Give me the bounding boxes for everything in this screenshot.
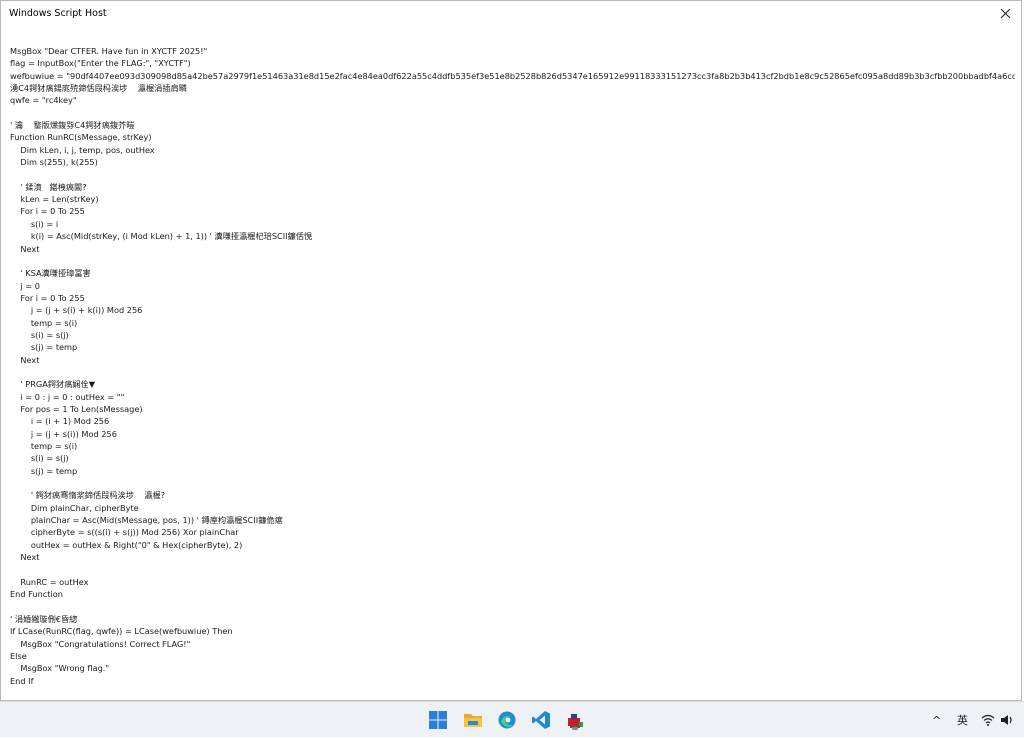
- message-line: s(j) = temp: [10, 342, 78, 353]
- message-line: End If: [10, 675, 34, 686]
- message-line: Dim s(255), k(255): [10, 157, 98, 168]
- message-line: flag = InputBox("Enter the FLAG:", "XYCT…: [10, 58, 191, 69]
- wifi-icon: [981, 714, 995, 726]
- folder-icon: [464, 714, 482, 727]
- message-line: Next: [10, 552, 40, 563]
- message-line: outHex = outHex & Right("0" & Hex(cipher…: [10, 539, 243, 550]
- message-line: wefbuwiue = "90df4407ee093d309098d85a42b…: [10, 70, 1015, 81]
- message-line: [10, 600, 1015, 612]
- close-icon: [1000, 8, 1010, 18]
- message-line: Else: [10, 650, 27, 661]
- message-line: Dim kLen, i, j, temp, pos, outHex: [10, 144, 155, 155]
- message-line: [10, 107, 1015, 119]
- message-line: For pos = 1 To Len(sMessage): [10, 403, 143, 414]
- message-body: MsgBox "Dear CTFER. Have fun in XYCTF 20…: [10, 45, 1015, 687]
- taskbar-file-explorer[interactable]: [461, 708, 485, 732]
- message-line: For i = 0 To 255: [10, 206, 85, 217]
- message-line: cipherByte = s((s(i) + s(j)) Mod 256) Xo…: [10, 527, 239, 538]
- message-line: ' 鍒濆 鍖栧瘑閽?: [10, 181, 87, 192]
- wifi-status[interactable]: [981, 702, 995, 738]
- message-line: s(i) = s(j): [10, 453, 69, 464]
- message-line: [10, 563, 1015, 575]
- message-line: temp = s(i): [10, 441, 78, 451]
- message-line: 湧C4鍔犲瘑鍚庣殑鍗佸叚杩涘埗 瀛楃涓插肩疄: [10, 83, 187, 94]
- message-line: RunRC = outHex: [10, 576, 89, 587]
- message-line: Next: [10, 354, 40, 365]
- message-line: s(i) = s(j): [10, 329, 69, 340]
- script-host-dialog: Windows Script Host MsgBox "Dear CTFER. …: [0, 0, 1022, 701]
- message-line: s(i) = i: [10, 218, 59, 229]
- message-line: If LCase(RunRC(flag, qwfe)) = LCase(wefb…: [10, 626, 233, 637]
- message-line: kLen = Len(strKey): [10, 194, 99, 205]
- taskbar: ^ 英: [0, 701, 1024, 737]
- message-line: plainChar = Asc(Mid(sMessage, pos, 1)) '…: [10, 515, 283, 526]
- taskbar-edge[interactable]: [495, 708, 519, 732]
- message-line: [10, 255, 1015, 267]
- message-line: k(i) = Asc(Mid(strKey, (i Mod kLen) + 1,…: [10, 231, 313, 242]
- message-line: [10, 168, 1015, 180]
- message-line: temp = s(i): [10, 317, 78, 328]
- start-button[interactable]: [426, 708, 450, 732]
- active-app-indicator: [572, 727, 578, 730]
- speaker-icon: [1001, 715, 1012, 725]
- message-line: For i = 0 To 255: [10, 292, 85, 303]
- message-line: qwfe = "rc4key": [10, 95, 77, 106]
- message-line: j = (j + s(i)) Mod 256: [10, 428, 117, 439]
- taskbar-vscode[interactable]: [529, 708, 553, 732]
- message-line: Dim plainChar, cipherByte: [10, 502, 139, 513]
- message-line: MsgBox "Wrong flag.": [10, 663, 110, 674]
- chevron-up-icon: ^: [932, 713, 942, 727]
- ime-label: 英: [957, 714, 968, 727]
- window-title: Windows Script Host: [9, 7, 107, 19]
- message-line: s(j) = temp: [10, 465, 78, 476]
- message-line: Function RunRC(sMessage, strKey): [10, 132, 152, 143]
- message-line: ' 瀹 鐜版爣鍑哛C4鍔犲瘑鍑芥暟: [10, 120, 135, 131]
- message-line: Next: [10, 243, 40, 254]
- title-bar: Windows Script Host: [1, 1, 1021, 25]
- taskbar-script-host[interactable]: [563, 708, 587, 732]
- message-line: i = (i + 1) Mod 256: [10, 416, 110, 427]
- message-line: ' PRGA鍔犲瘑娴佺▼: [10, 379, 96, 390]
- message-line: MsgBox "Dear CTFER. Have fun in XYCTF 20…: [10, 46, 208, 56]
- close-button[interactable]: [993, 1, 1017, 25]
- vscode-icon: [532, 711, 550, 729]
- ime-indicator[interactable]: 英: [957, 702, 968, 738]
- message-line: MsgBox "Congratulations! Correct FLAG!": [10, 638, 191, 649]
- message-line: j = 0: [10, 280, 40, 291]
- message-line: ' 鍔犲瘑骞惰浆鍗佸叚杩涘埗 瀛楃?: [10, 490, 166, 501]
- message-line: ' KSA瀵嗛挜璋冨害: [10, 268, 91, 279]
- message-line: [10, 477, 1015, 489]
- tray-overflow-chevron[interactable]: ^: [932, 702, 941, 738]
- message-line: i = 0 : j = 0 : outHex = "": [10, 391, 125, 402]
- message-line: j = (j + s(i) + k(i)) Mod 256: [10, 305, 143, 316]
- message-line: End Function: [10, 589, 63, 600]
- message-line: [10, 366, 1015, 378]
- message-line: ' 涓婚獙璇侀€昏緫: [10, 613, 78, 624]
- windows-logo-icon: [429, 711, 447, 729]
- edge-icon: [498, 711, 516, 729]
- volume-status[interactable]: [1000, 702, 1014, 738]
